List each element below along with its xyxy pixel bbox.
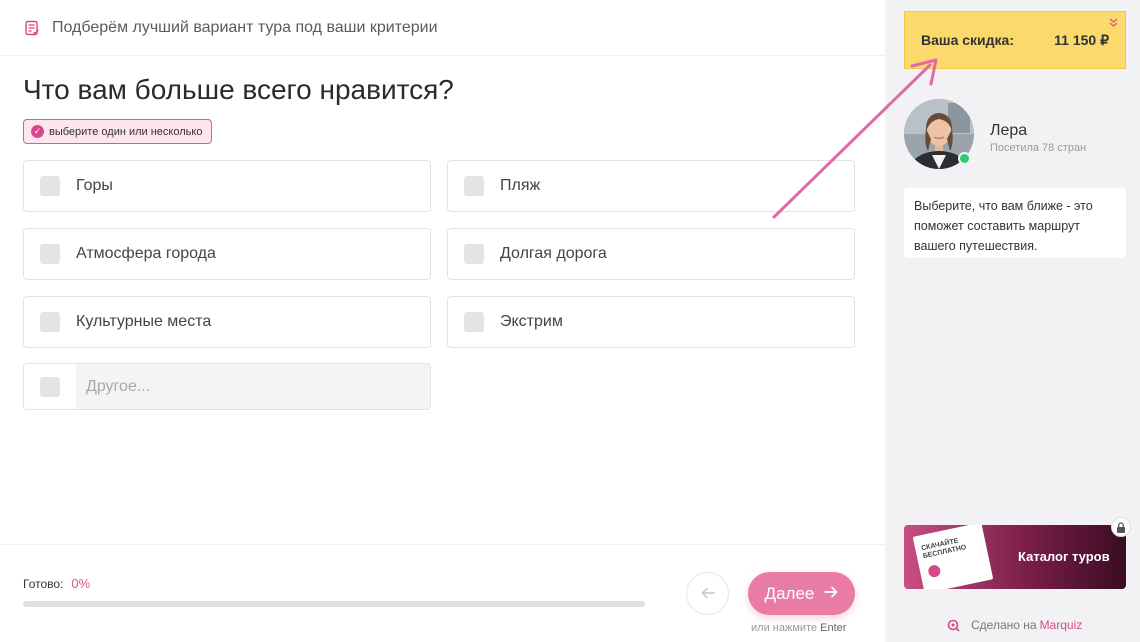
- option-culture[interactable]: Культурные места: [23, 296, 431, 348]
- chevrons-down-icon: [1109, 18, 1118, 30]
- option-label: Горы: [76, 177, 113, 194]
- progress-label: Готово: 0%: [23, 576, 90, 591]
- option-label: Атмосфера города: [76, 245, 216, 262]
- enter-hint: или нажмите Enter: [751, 622, 846, 634]
- made-with-label: Сделано на: [971, 618, 1037, 632]
- manager-message: Выберите, что вам ближе - это поможет со…: [904, 188, 1126, 258]
- made-with-marquiz[interactable]: Сделано на Marquiz: [947, 618, 1082, 632]
- option-city[interactable]: Атмосфера города: [23, 228, 431, 280]
- discount-label: Ваша скидка:: [921, 32, 1014, 48]
- option-checkbox[interactable]: [464, 176, 484, 196]
- sidebar: Ваша скидка: 11 150 ₽ Лера Посетила 78 с…: [885, 0, 1140, 642]
- catalog-book-title: СКАЧАЙТЕ БЕСПЛАТНО: [920, 537, 968, 561]
- manager-subtitle: Посетила 78 стран: [990, 142, 1087, 154]
- enter-hint-key: Enter: [820, 622, 847, 634]
- quiz-header: Подберём лучший вариант тура под ваши кр…: [0, 0, 885, 56]
- option-beach[interactable]: Пляж: [447, 160, 855, 212]
- catalog-book-image: СКАЧАЙТЕ БЕСПЛАТНО: [912, 525, 994, 589]
- option-mountains[interactable]: Горы: [23, 160, 431, 212]
- marquiz-logo-icon: [947, 619, 960, 632]
- arrow-right-icon: [824, 585, 838, 603]
- discount-value: 11 150 ₽: [1054, 31, 1109, 48]
- marquiz-link[interactable]: Marquiz: [1040, 618, 1083, 632]
- option-label: Долгая дорога: [500, 245, 607, 262]
- quiz-footer: Готово: 0% Далее или нажмите Enter: [0, 544, 885, 642]
- arrow-left-icon: [701, 583, 715, 604]
- catalog-book-badge: [927, 564, 942, 579]
- option-label: Экстрим: [500, 313, 563, 330]
- enter-hint-prefix: или нажмите: [751, 622, 818, 634]
- lock-icon: [1111, 517, 1131, 537]
- manager-name: Лера: [990, 122, 1028, 139]
- back-button[interactable]: [686, 572, 729, 615]
- discount-box: Ваша скидка: 11 150 ₽: [904, 11, 1126, 69]
- option-checkbox[interactable]: [40, 312, 60, 332]
- multi-select-hint-text: выберите один или несколько: [49, 125, 203, 138]
- option-checkbox[interactable]: [40, 376, 60, 397]
- option-long-road[interactable]: Долгая дорога: [447, 228, 855, 280]
- next-button-label: Далее: [764, 583, 815, 603]
- option-checkbox[interactable]: [40, 176, 60, 196]
- quiz-main: Подберём лучший вариант тура под ваши кр…: [0, 0, 885, 642]
- option-checkbox[interactable]: [40, 244, 60, 264]
- multi-select-hint: ✓ выберите один или несколько: [23, 119, 213, 144]
- check-circle-icon: ✓: [31, 125, 44, 138]
- option-label: Культурные места: [76, 313, 212, 330]
- question-title: Что вам больше всего нравится?: [23, 74, 454, 105]
- online-indicator: [958, 152, 971, 165]
- list-check-icon: [24, 20, 40, 36]
- option-checkbox[interactable]: [464, 312, 484, 332]
- progress-bar: [23, 601, 645, 607]
- option-label: Пляж: [500, 177, 541, 194]
- catalog-label: Каталог туров: [1018, 549, 1110, 564]
- other-input[interactable]: [76, 364, 430, 409]
- next-button[interactable]: Далее: [748, 572, 855, 615]
- option-other[interactable]: [23, 363, 431, 410]
- quiz-page: Подберём лучший вариант тура под ваши кр…: [0, 0, 1140, 642]
- option-checkbox[interactable]: [464, 244, 484, 264]
- progress-percent: 0%: [71, 576, 91, 591]
- catalog-banner[interactable]: СКАЧАЙТЕ БЕСПЛАТНО Каталог туров: [904, 525, 1126, 589]
- quiz-header-title: Подберём лучший вариант тура под ваши кр…: [52, 18, 438, 36]
- progress-label-text: Готово:: [23, 577, 64, 591]
- option-extreme[interactable]: Экстрим: [447, 296, 855, 348]
